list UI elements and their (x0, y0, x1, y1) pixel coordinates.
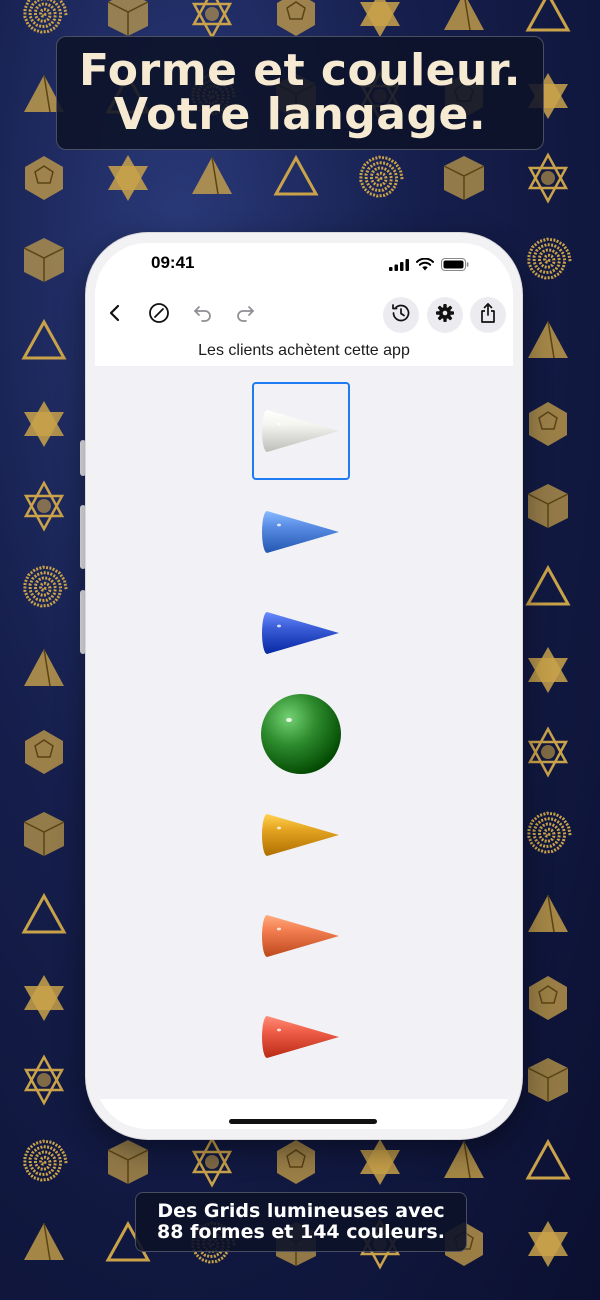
triangle-outline-icon (522, 1136, 574, 1188)
merkaba-icon (18, 1054, 70, 1106)
home-indicator (229, 1119, 377, 1124)
cube-icon (522, 1054, 574, 1106)
caption-banner: Des Grids lumineuses avec 88 formes et 1… (135, 1192, 467, 1252)
share-button[interactable] (470, 297, 506, 333)
headline-banner: Forme et couleur. Votre langage. (56, 36, 544, 150)
headline-line-2: Votre langage. (113, 89, 487, 140)
merkaba-icon (186, 1136, 238, 1188)
cellular-signal-icon (389, 256, 409, 275)
settings-button[interactable] (427, 297, 463, 333)
pyramid-icon (186, 152, 238, 204)
pyramid-icon (522, 890, 574, 942)
phone-screen: 09:41 Les clients achètent cette app (95, 243, 513, 1129)
merkaba-icon (18, 480, 70, 532)
spiral-icon (18, 0, 70, 40)
undo-icon (193, 304, 213, 326)
cube-icon (522, 480, 574, 532)
triangle-outline-icon (270, 152, 322, 204)
cone-icon (262, 1016, 339, 1058)
wifi-icon (416, 256, 434, 275)
caption-line-2: 88 formes et 144 couleurs. (157, 1221, 445, 1243)
cube-icon (102, 0, 154, 40)
redo-button[interactable] (227, 297, 263, 333)
undo-button[interactable] (185, 297, 221, 333)
merkaba-icon (522, 152, 574, 204)
pyramid-icon (522, 316, 574, 368)
spiral-icon (18, 562, 70, 614)
cone-icon (262, 612, 339, 654)
share-icon (479, 302, 497, 328)
cube-icon (18, 234, 70, 286)
status-time: 09:41 (151, 253, 195, 272)
triangle-outline-icon (18, 890, 70, 942)
star-of-david-icon (354, 1136, 406, 1188)
cone-shape-cell[interactable] (252, 786, 350, 884)
grid-title: Les clients achètent cette app (198, 342, 410, 359)
battery-icon (441, 256, 469, 275)
back-button[interactable] (97, 297, 133, 333)
history-button[interactable] (383, 297, 419, 333)
triangle-outline-icon (18, 316, 70, 368)
cone-icon (262, 410, 339, 452)
cube-icon (102, 1136, 154, 1188)
cone-shape-cell[interactable] (252, 382, 350, 480)
toolbar (95, 293, 513, 337)
caption-line-1: Des Grids lumineuses avec (157, 1200, 445, 1222)
dodecahedron-icon (270, 1136, 322, 1188)
triangle-outline-icon (522, 562, 574, 614)
sphere-icon (261, 694, 341, 774)
pyramid-icon (18, 644, 70, 696)
dodecahedron-icon (18, 726, 70, 778)
cone-icon (262, 511, 339, 553)
settings-gear-icon (435, 303, 455, 327)
dodecahedron-icon (522, 972, 574, 1024)
sphere-shape-cell[interactable] (252, 685, 350, 783)
dodecahedron-icon (522, 398, 574, 450)
cone-icon (262, 814, 339, 856)
cone-icon (262, 915, 339, 957)
pyramid-icon (438, 1136, 490, 1188)
star-of-david-icon (522, 644, 574, 696)
triangle-outline-icon (522, 0, 574, 40)
merkaba-icon (186, 0, 238, 40)
spiral-icon (522, 808, 574, 860)
star-of-david-icon (102, 152, 154, 204)
cone-shape-cell[interactable] (252, 483, 350, 581)
history-icon (390, 302, 412, 328)
status-bar: 09:41 (95, 243, 513, 287)
star-of-david-icon (18, 398, 70, 450)
spiral-icon (18, 1136, 70, 1188)
cone-shape-cell[interactable] (252, 988, 350, 1086)
back-chevron-icon (108, 304, 122, 326)
headline-line-1: Forme et couleur. (79, 45, 521, 96)
cone-shape-cell[interactable] (252, 584, 350, 682)
star-of-david-icon (522, 1218, 574, 1270)
shape-canvas (95, 366, 513, 1099)
clear-button[interactable] (141, 297, 177, 333)
dodecahedron-icon (270, 0, 322, 40)
cube-icon (18, 808, 70, 860)
phone-frame: 09:41 Les clients achètent cette app (86, 233, 522, 1139)
clear-circle-slash-icon (148, 302, 170, 328)
star-of-david-icon (18, 972, 70, 1024)
dodecahedron-icon (18, 152, 70, 204)
pyramid-icon (18, 1218, 70, 1270)
star-of-david-icon (354, 0, 406, 40)
redo-icon (235, 304, 255, 326)
cube-icon (438, 152, 490, 204)
merkaba-icon (522, 726, 574, 778)
spiral-icon (354, 152, 406, 204)
spiral-icon (522, 234, 574, 286)
pyramid-icon (438, 0, 490, 40)
cone-shape-cell[interactable] (252, 887, 350, 985)
